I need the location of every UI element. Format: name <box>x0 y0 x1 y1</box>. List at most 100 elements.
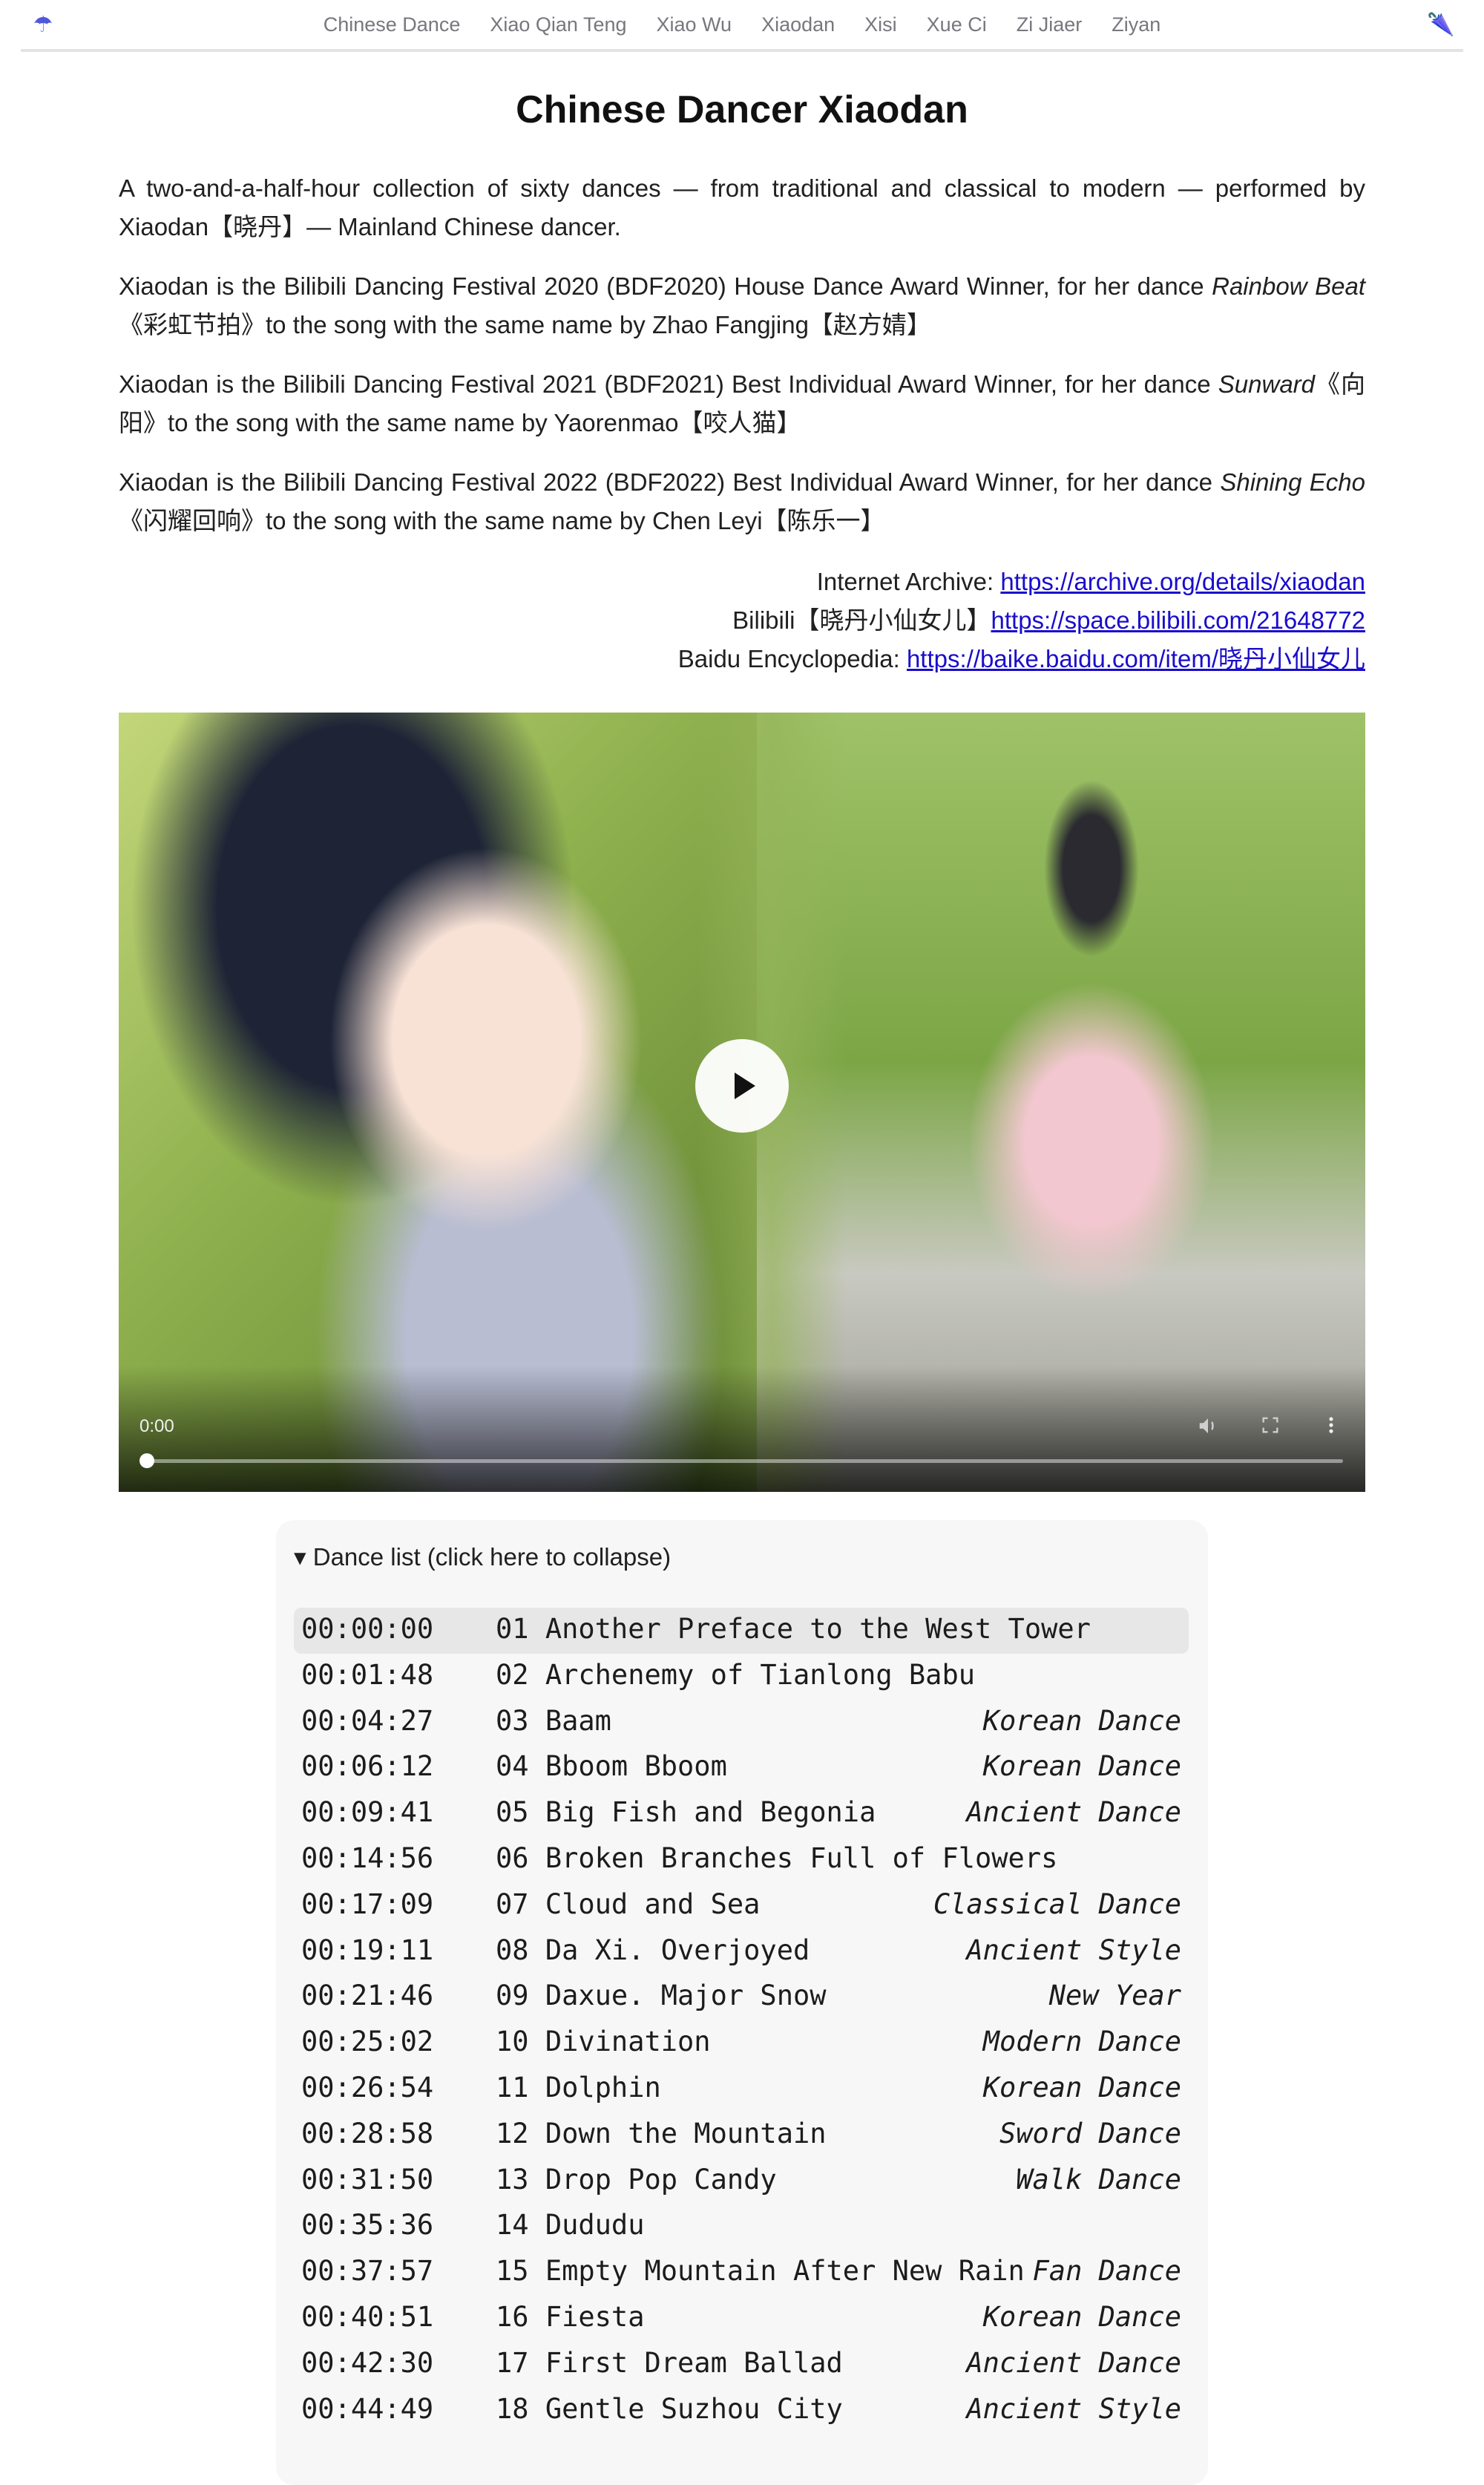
dance-style: Ancient Dance <box>966 2346 1181 2379</box>
timestamp-link[interactable]: 00:01:48 <box>301 1654 433 1697</box>
timestamp-link[interactable]: 00:31:50 <box>301 2158 433 2201</box>
dance-title: 08 Da Xi. Overjoyed <box>496 1934 810 1966</box>
current-time: 0:00 <box>139 1416 174 1436</box>
dance-title: 18 Gentle Suzhou City <box>496 2392 843 2425</box>
video-player[interactable]: 0:00 <box>119 713 1365 1492</box>
dance-title: 15 Empty Mountain After New Rain <box>496 2255 1025 2288</box>
dance-list-item[interactable]: 00:01:48 02 Archenemy of Tianlong Babu <box>294 1654 1189 1700</box>
dance-list-item[interactable]: 00:21:46 09 Daxue. Major Snow New Year <box>294 1974 1189 2020</box>
timestamp-link[interactable]: 00:42:30 <box>301 2342 433 2385</box>
intro-text: A two-and-a-half-hour collection of sixt… <box>119 169 1365 561</box>
dance-list-rows: 00:00:00 01 Another Preface to the West T… <box>294 1608 1189 2433</box>
external-links: Internet Archive: https://archive.org/de… <box>119 563 1365 678</box>
timestamp-link[interactable]: 00:28:58 <box>301 2112 433 2155</box>
link-line-bilibili: Bilibili【晓丹小仙女儿】https://space.bilibili.c… <box>119 601 1365 640</box>
intro-text-run: 《彩虹节拍》to the song with the same name by … <box>119 311 931 338</box>
nav-link-xiaodan[interactable]: Xiaodan <box>761 13 835 36</box>
dance-list-item[interactable]: 00:06:12 04 Bboom Bboom Korean Dance <box>294 1745 1189 1791</box>
timestamp-link[interactable]: 00:35:36 <box>301 2204 433 2247</box>
intro-text-run: Xiaodan is the Bilibili Dancing Festival… <box>119 272 1212 300</box>
timestamp-link[interactable]: 00:19:11 <box>301 1929 433 1972</box>
dance-title: 05 Big Fish and Begonia <box>496 1796 876 1829</box>
timestamp-link[interactable]: 00:21:46 <box>301 1974 433 2017</box>
dance-list-item[interactable]: 00:09:41 05 Big Fish and Begonia Ancient D… <box>294 1791 1189 1837</box>
dance-title: 11 Dolphin <box>496 2071 661 2103</box>
volume-icon[interactable] <box>1195 1415 1221 1441</box>
timestamp-link[interactable]: 00:04:27 <box>301 1700 433 1743</box>
closed-umbrella-icon[interactable]: 🌂 <box>1426 10 1456 40</box>
dance-list-toggle[interactable]: ▾ Dance list (click here to collapse) <box>294 1542 671 1571</box>
timestamp-link[interactable]: 00:06:12 <box>301 1745 433 1788</box>
intro-paragraph: A two-and-a-half-hour collection of sixt… <box>119 174 1365 240</box>
dance-style: Korean Dance <box>982 1750 1181 1783</box>
dance-list-item[interactable]: 00:35:36 14 Dududu <box>294 2204 1189 2250</box>
dance-list-item[interactable]: 00:28:58 12 Down the Mountain Sword Dance <box>294 2112 1189 2158</box>
link-line-baidu: Baidu Encyclopedia: https://baike.baidu.… <box>119 640 1365 678</box>
intro-paragraph: Xiaodan is the Bilibili Dancing Festival… <box>119 365 1365 442</box>
nav-link-xue-ci[interactable]: Xue Ci <box>927 13 987 36</box>
dance-style: Korean Dance <box>982 2071 1181 2103</box>
intro-text-run: Xiaodan is the Bilibili Dancing Festival… <box>119 370 1218 398</box>
play-button[interactable] <box>695 1039 789 1133</box>
dance-style: Modern Dance <box>982 2026 1181 2058</box>
dance-list-item[interactable]: 00:19:11 08 Da Xi. Overjoyed Ancient Style <box>294 1929 1189 1975</box>
dance-list-item[interactable]: 00:42:30 17 First Dream Ballad Ancient Dan… <box>294 2342 1189 2388</box>
page-title: Chinese Dancer Xiaodan <box>516 88 968 131</box>
timestamp-link[interactable]: 00:44:49 <box>301 2388 433 2431</box>
dance-style: Classical Dance <box>933 1888 1181 1920</box>
nav-links: Chinese Dance Xiao Qian Teng Xiao Wu Xia… <box>21 0 1463 49</box>
timestamp-link[interactable]: 00:14:56 <box>301 1837 433 1880</box>
dance-list-item[interactable]: 00:14:56 06 Broken Branches Full of Flowe… <box>294 1837 1189 1883</box>
progress-knob[interactable] <box>139 1453 154 1468</box>
dance-style: Ancient Style <box>966 2392 1181 2425</box>
dance-list-item[interactable]: 00:25:02 10 Divination Modern Dance <box>294 2020 1189 2066</box>
timestamp-link[interactable]: 00:37:57 <box>301 2250 433 2293</box>
dance-title: 12 Down the Mountain <box>496 2117 827 2150</box>
timestamp-link[interactable]: 00:09:41 <box>301 1791 433 1834</box>
nav-link-zi-jiaer[interactable]: Zi Jiaer <box>1017 13 1083 36</box>
dance-name: Rainbow Beat <box>1212 272 1365 300</box>
dance-list: ▾ Dance list (click here to collapse) 00… <box>276 1520 1208 2485</box>
dance-list-item[interactable]: 00:17:09 07 Cloud and Sea Classical Dance <box>294 1883 1189 1929</box>
nav-link-xisi[interactable]: Xisi <box>864 13 897 36</box>
progress-bar[interactable] <box>139 1453 1343 1468</box>
dance-style: Sword Dance <box>999 2117 1181 2150</box>
dance-title: 10 Divination <box>496 2026 711 2058</box>
dance-list-item[interactable]: 00:44:49 18 Gentle Suzhou City Ancient Sty… <box>294 2388 1189 2434</box>
intro-text-run: 《闪耀回响》to the song with the same name by … <box>119 507 885 534</box>
timestamp-link[interactable]: 00:17:09 <box>301 1883 433 1926</box>
timestamp-link[interactable]: 00:40:51 <box>301 2296 433 2339</box>
nav-link-chinese-dance[interactable]: Chinese Dance <box>324 13 461 36</box>
dance-title: 13 Drop Pop Candy <box>496 2163 777 2196</box>
dance-list-item[interactable]: 00:26:54 11 Dolphin Korean Dance <box>294 2066 1189 2112</box>
link-label: Baidu Encyclopedia: <box>677 645 907 672</box>
intro-paragraph: Xiaodan is the Bilibili Dancing Festival… <box>119 267 1365 344</box>
dance-style: Ancient Dance <box>966 1796 1181 1829</box>
dance-title: 06 Broken Branches Full of Flowers <box>496 1841 1058 1874</box>
timestamp-link[interactable]: 00:26:54 <box>301 2066 433 2109</box>
dance-list-item[interactable]: 00:04:27 03 Baam Korean Dance <box>294 1700 1189 1746</box>
dance-title: 04 Bboom Bboom <box>496 1750 727 1783</box>
dance-list-item[interactable]: 00:37:57 15 Empty Mountain After New Rain… <box>294 2250 1189 2296</box>
dance-title: 09 Daxue. Major Snow <box>496 1980 827 2012</box>
dance-list-item[interactable]: 00:31:50 13 Drop Pop Candy Walk Dance <box>294 2158 1189 2204</box>
archive-link[interactable]: https://archive.org/details/xiaodan <box>1000 568 1365 595</box>
dance-style: Walk Dance <box>1016 2163 1181 2196</box>
bilibili-link[interactable]: https://space.bilibili.com/21648772 <box>991 606 1365 634</box>
dance-name: Sunward <box>1218 370 1316 398</box>
nav-link-xiao-wu[interactable]: Xiao Wu <box>657 13 732 36</box>
fullscreen-icon[interactable] <box>1257 1415 1284 1441</box>
baidu-link[interactable]: https://baike.baidu.com/item/晓丹小仙女儿 <box>907 645 1365 672</box>
more-vertical-icon[interactable] <box>1318 1415 1345 1441</box>
timestamp-link[interactable]: 00:00:00 <box>301 1608 433 1651</box>
dance-title: 07 Cloud and Sea <box>496 1888 761 1920</box>
nav-link-ziyan[interactable]: Ziyan <box>1112 13 1160 36</box>
controls-gradient <box>119 1366 1365 1492</box>
timestamp-link[interactable]: 00:25:02 <box>301 2020 433 2063</box>
dance-list-item[interactable]: 00:40:51 16 Fiesta Korean Dance <box>294 2296 1189 2342</box>
dance-list-item[interactable]: 00:00:00 01 Another Preface to the West T… <box>294 1608 1189 1654</box>
dance-title: 14 Dududu <box>496 2209 645 2242</box>
nav-link-xiao-qian-teng[interactable]: Xiao Qian Teng <box>490 13 626 36</box>
link-label: Bilibili【晓丹小仙女儿】 <box>732 606 991 634</box>
dance-title: 16 Fiesta <box>496 2300 645 2333</box>
